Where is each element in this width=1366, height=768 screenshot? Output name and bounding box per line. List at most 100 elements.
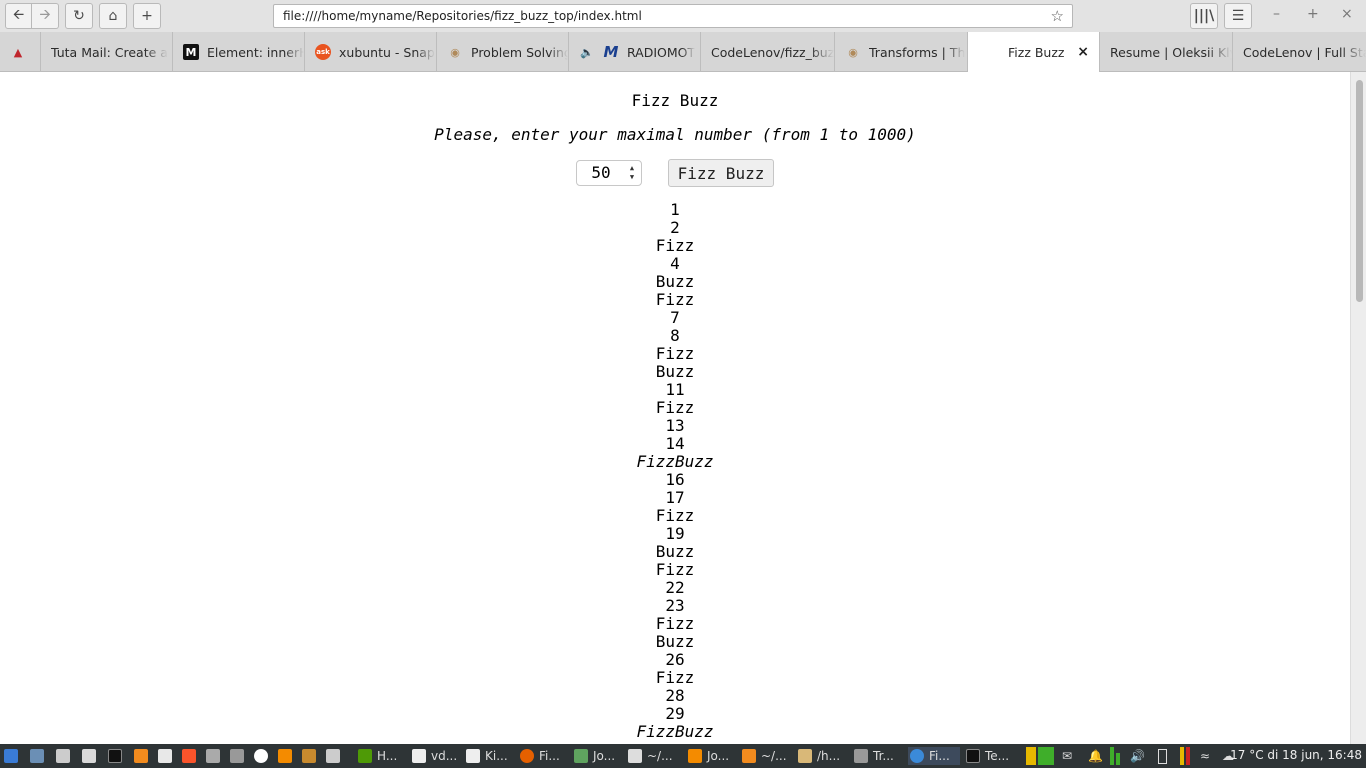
owl-icon: ◉ xyxy=(450,45,460,59)
taskbar-item-12[interactable]: Te... xyxy=(966,747,1009,765)
archive-icon[interactable] xyxy=(302,747,321,765)
menu-button[interactable]: ☰ xyxy=(1224,3,1252,29)
result-line: Buzz xyxy=(655,542,695,561)
result-line: 14 xyxy=(665,434,685,453)
radio-icon: M xyxy=(603,43,619,61)
desktop-icon[interactable] xyxy=(30,747,49,765)
result-line: 28 xyxy=(665,686,685,705)
result-line: 2 xyxy=(670,218,680,237)
taskbar-item-2[interactable]: vd... xyxy=(412,747,457,765)
forward-button[interactable]: 🡪 xyxy=(32,3,59,29)
notification-bell-icon[interactable]: 🔔 xyxy=(1088,747,1103,765)
taskbar-item-5[interactable]: Jo... xyxy=(574,747,615,765)
taskbar-item-10[interactable]: Tr... xyxy=(854,747,894,765)
results-list: 1 2 Fizz 4 Buzz Fizz 7 8 Fizz Buzz 11 Fizz 13 14 FizzB… xyxy=(0,201,1350,741)
taskbar-item-7[interactable]: Jo... xyxy=(688,747,729,765)
plus-icon: + xyxy=(141,8,153,24)
battery-icon[interactable] xyxy=(1158,747,1167,765)
taskbar-item-4[interactable]: Fi... xyxy=(520,747,560,765)
tab-xubuntu[interactable]: ask xubuntu - Snap xyxy=(305,32,437,72)
taskbar-item-11-active[interactable]: Fi... xyxy=(908,747,960,765)
tab-pinned[interactable]: ▲ xyxy=(0,32,41,72)
wifi-icon[interactable]: ≈ xyxy=(1200,747,1210,765)
qbittorrent-icon[interactable] xyxy=(254,747,273,765)
max-number-value: 50 xyxy=(591,163,611,182)
reload-button[interactable]: ↻ xyxy=(65,3,93,29)
taskbar-item-8[interactable]: ~/... xyxy=(742,747,787,765)
page-scrollbar[interactable] xyxy=(1350,72,1366,744)
result-line: 22 xyxy=(665,578,685,597)
url-text: file:////home/myname/Repositories/fizz_b… xyxy=(283,9,642,23)
cpu-graph-icon xyxy=(1026,747,1054,765)
result-line: Fizz xyxy=(655,506,695,525)
minimize-icon[interactable]: – xyxy=(1273,6,1280,22)
result-line: Fizz xyxy=(655,344,695,363)
home-button[interactable]: ⌂ xyxy=(99,3,127,29)
notes-icon[interactable] xyxy=(206,747,225,765)
taskbar-item-1[interactable]: H... xyxy=(358,747,397,765)
number-spinner[interactable]: ▲ ▼ xyxy=(626,164,638,182)
tab-strip: ▲ Tuta Mail: Create a M Element: innerH … xyxy=(0,32,1366,73)
fizz-buzz-button[interactable]: Fizz Buzz xyxy=(668,159,774,187)
taskbar-item-9[interactable]: /h... xyxy=(798,747,840,765)
result-line: Fizz xyxy=(655,398,695,417)
tab-problem-solving[interactable]: ◉ Problem Solving xyxy=(437,32,569,72)
result-line: Fizz xyxy=(655,560,695,579)
result-line: 11 xyxy=(665,380,685,399)
library-icon: |||\ xyxy=(1193,8,1215,24)
back-button[interactable]: 🡨 xyxy=(5,3,32,29)
result-line: 16 xyxy=(665,470,685,489)
result-line: Buzz xyxy=(655,272,695,291)
url-bar[interactable]: file:////home/myname/Repositories/fizz_b… xyxy=(273,4,1073,28)
m-icon: M xyxy=(183,44,199,60)
taskbar-item-6[interactable]: ~/... xyxy=(628,747,673,765)
calculator-icon[interactable] xyxy=(326,747,345,765)
tab-element[interactable]: M Element: innerH xyxy=(173,32,305,72)
result-line: Fizz xyxy=(655,290,695,309)
new-tab-button[interactable]: + xyxy=(133,3,161,29)
result-line: 4 xyxy=(670,254,680,273)
close-window-icon[interactable]: × xyxy=(1341,6,1353,22)
volume-icon[interactable]: 🔊 xyxy=(1130,747,1145,765)
vlc-icon[interactable] xyxy=(278,747,297,765)
tab-codelenov-full[interactable]: CodeLenov | Full Sta xyxy=(1233,32,1366,72)
result-line: FizzBuzz xyxy=(636,452,714,471)
robot-icon[interactable] xyxy=(230,747,249,765)
maximize-icon[interactable]: + xyxy=(1307,6,1319,22)
tab-codelenov-fizzbuzz[interactable]: CodeLenov/fizz_buz xyxy=(701,32,835,72)
result-line: Buzz xyxy=(655,632,695,651)
taskbar-item-3[interactable]: Ki... xyxy=(466,747,508,765)
scrollbar-thumb[interactable] xyxy=(1356,80,1363,302)
weather-clock-text[interactable]: 17 °C di 18 jun, 16:48 xyxy=(1230,748,1362,762)
result-line: 7 xyxy=(670,308,680,327)
result-line: 13 xyxy=(665,416,685,435)
mail-icon[interactable]: ✉ xyxy=(1062,747,1072,765)
sublime-icon[interactable] xyxy=(134,747,153,765)
result-line: FizzBuzz xyxy=(636,722,714,741)
tab-radiomot[interactable]: 🔈 M RADIOMOT xyxy=(569,32,701,72)
files-icon[interactable] xyxy=(82,747,101,765)
spin-up-icon[interactable]: ▲ xyxy=(626,164,638,173)
result-line: 23 xyxy=(665,596,685,615)
close-tab-icon[interactable]: × xyxy=(1077,44,1089,60)
max-number-input[interactable]: 50 ▲ ▼ xyxy=(576,160,642,186)
editor-icon[interactable] xyxy=(158,747,177,765)
result-line: Buzz xyxy=(655,362,695,381)
spin-down-icon[interactable]: ▼ xyxy=(626,173,638,182)
brave-icon[interactable] xyxy=(182,747,201,765)
terminal-icon[interactable] xyxy=(108,747,127,765)
tab-resume[interactable]: Resume | Oleksii Kly xyxy=(1100,32,1233,72)
reload-icon: ↻ xyxy=(73,8,85,24)
tab-transforms[interactable]: ◉ Transforms | Th xyxy=(835,32,968,72)
tab-tuta-mail[interactable]: Tuta Mail: Create a xyxy=(41,32,173,72)
power-graph-icon xyxy=(1180,747,1190,765)
result-line: 1 xyxy=(670,200,680,219)
owl-icon: ◉ xyxy=(848,45,858,59)
bookmark-star-icon[interactable]: ☆ xyxy=(1051,7,1064,25)
tab-fizz-buzz-active[interactable]: Fizz Buzz × xyxy=(968,32,1100,73)
clipboard-icon[interactable] xyxy=(56,747,75,765)
library-button[interactable]: |||\ xyxy=(1190,3,1218,29)
app-menu-icon[interactable] xyxy=(4,747,23,765)
network-graph-icon xyxy=(1110,747,1120,765)
result-line: Fizz xyxy=(655,614,695,633)
